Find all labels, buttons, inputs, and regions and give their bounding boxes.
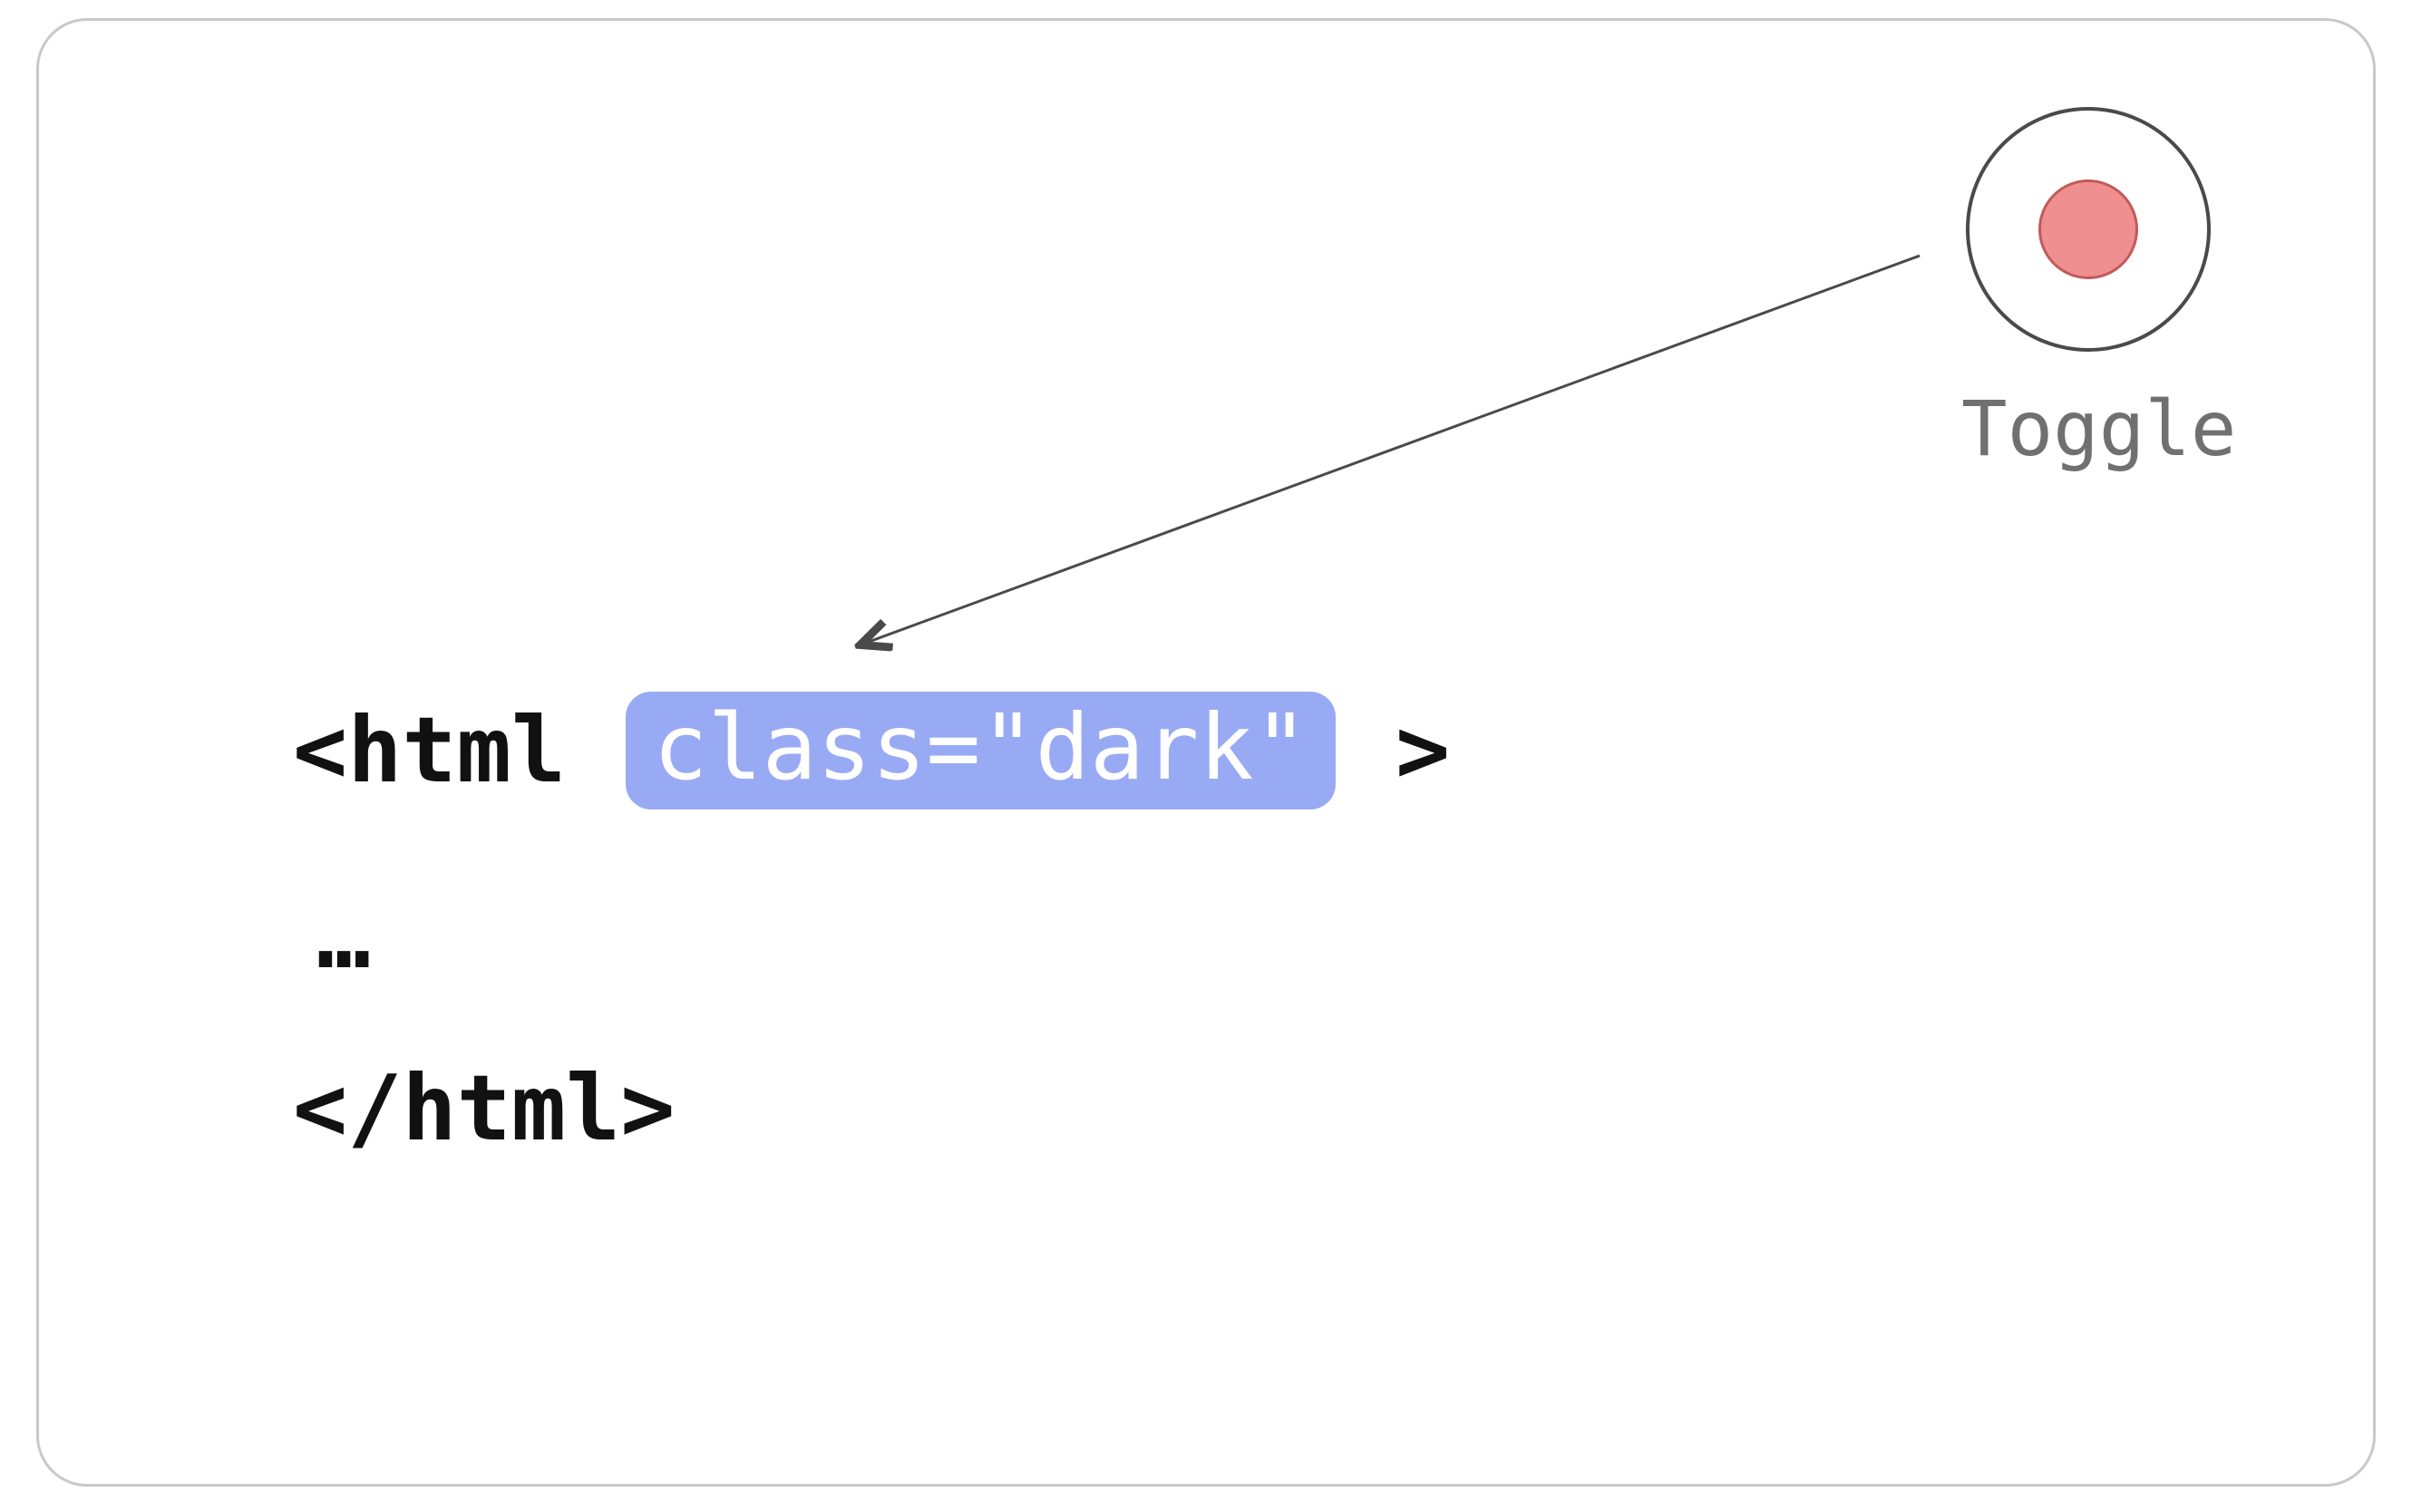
record-dot-icon <box>2038 179 2138 279</box>
code-line-ellipsis: … <box>293 891 1450 982</box>
code-line-close: </html> <box>293 1063 1450 1154</box>
class-attribute-highlight: class="dark" <box>626 692 1335 809</box>
html-open-suffix: > <box>1396 705 1450 796</box>
html-open-prefix: <html <box>293 705 566 796</box>
code-block: <html class="dark" > … </html> <box>293 692 1450 1154</box>
diagram-card: Toggle <html class="dark" > … </html> <box>36 18 2376 1487</box>
code-line-open: <html class="dark" > <box>293 692 1450 809</box>
toggle-button[interactable] <box>1966 107 2211 352</box>
html-close: </html> <box>293 1063 675 1154</box>
toggle-label: Toggle <box>1961 384 2215 473</box>
toggle-group: Toggle <box>1961 107 2215 473</box>
ellipsis-text: … <box>293 891 384 982</box>
